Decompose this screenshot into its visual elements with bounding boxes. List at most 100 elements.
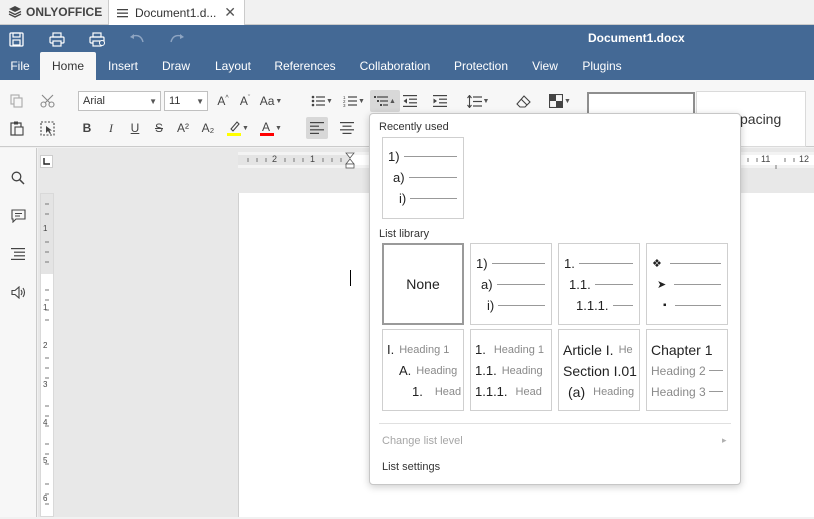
speech-button[interactable]: [8, 282, 28, 302]
list-line: [674, 284, 721, 285]
vertical-ruler-graphic: [41, 194, 53, 505]
heading-level-marker: 1.: [475, 342, 486, 357]
document-tab[interactable]: Document1.d... ✕: [108, 0, 245, 25]
tab-plugins[interactable]: Plugins: [576, 52, 628, 80]
decrease-font-icon: Aˇ: [239, 94, 251, 108]
font-color-button[interactable]: A ▼: [256, 117, 286, 139]
decrease-font-button[interactable]: Aˇ: [234, 90, 256, 112]
undo-button[interactable]: [127, 29, 147, 49]
list-option-paren[interactable]: 1) a) i): [470, 243, 552, 325]
left-sidebar: [0, 148, 37, 517]
diamond-bullet-icon: ❖: [652, 258, 662, 270]
numbering-button[interactable]: 1 2 3 ▼: [339, 90, 369, 112]
shading-button[interactable]: ▼: [545, 90, 575, 112]
app-logo-text: ONLYOFFICE: [26, 5, 103, 19]
list-option-decimal-heading[interactable]: 1. Heading 1 1.1. Heading 1.1.1. Head: [470, 329, 552, 411]
tab-references[interactable]: References: [268, 52, 342, 80]
multilevel-list-button[interactable]: ▲: [370, 90, 400, 112]
decrease-indent-button[interactable]: [399, 90, 421, 112]
ruler-label: 11: [761, 154, 771, 164]
vertical-ruler[interactable]: 1 1 2 3 4 5 6: [40, 193, 54, 517]
list-preview-row: 1): [471, 253, 551, 274]
paste-icon: [10, 121, 24, 136]
bulleted-list-icon: [311, 95, 326, 107]
heading-preview-row: Section I.01: [559, 360, 639, 381]
tab-layout[interactable]: Layout: [206, 52, 260, 80]
line-spacing-button[interactable]: ▼: [463, 90, 493, 112]
list-settings-item[interactable]: List settings: [382, 461, 440, 473]
change-case-icon: Aa: [259, 94, 275, 108]
increase-font-button[interactable]: A^: [212, 90, 234, 112]
heading-preview-row: Chapter 1: [647, 339, 727, 360]
ruler-label: 1: [43, 303, 48, 312]
navigation-button[interactable]: [8, 244, 28, 264]
tab-draw[interactable]: Draw: [154, 52, 198, 80]
redo-button[interactable]: [167, 29, 187, 49]
list-option-decimal[interactable]: 1. 1.1. 1.1.1.: [558, 243, 640, 325]
tab-file[interactable]: File: [2, 52, 38, 80]
subscript-button[interactable]: A₂: [197, 117, 219, 139]
comments-button[interactable]: [8, 206, 28, 226]
bullets-button[interactable]: ▼: [307, 90, 337, 112]
font-size-combo[interactable]: 11 ▼: [164, 91, 208, 111]
heading-preview-row: A. Heading: [383, 360, 463, 381]
list-option-roman-heading[interactable]: I. Heading 1 A. Heading 1. Head: [382, 329, 464, 411]
save-button[interactable]: [6, 29, 26, 49]
save-icon: [8, 31, 24, 47]
chevron-down-icon: ▼: [358, 97, 365, 105]
copy-icon: [10, 94, 23, 108]
tab-insert[interactable]: Insert: [100, 52, 146, 80]
quick-print-button[interactable]: [87, 29, 107, 49]
list-level-marker: i): [399, 191, 407, 206]
copy-button[interactable]: [6, 90, 28, 112]
clear-style-button[interactable]: [512, 90, 534, 112]
heading-text: Heading 3: [651, 384, 706, 399]
style-preview-label: pacing: [740, 111, 782, 127]
list-option-bullets[interactable]: ❖ ➤ ▪: [646, 243, 728, 325]
list-preview-row: a): [383, 167, 463, 188]
list-level-marker: 1): [476, 256, 488, 271]
list-level-marker: a): [481, 277, 493, 292]
align-left-button[interactable]: [306, 117, 328, 139]
text-cursor: [350, 270, 351, 286]
list-option-article-heading[interactable]: Article I. He Section I.01 (a) Heading: [558, 329, 640, 411]
italic-button[interactable]: I: [100, 117, 122, 139]
change-case-button[interactable]: Aa ▼: [256, 90, 286, 112]
list-option-recent[interactable]: 1) a) i): [382, 137, 464, 219]
cut-button[interactable]: [36, 90, 58, 112]
change-list-level-item[interactable]: Change list level: [382, 435, 463, 447]
list-preview-row: ▪: [647, 295, 727, 316]
list-line: [708, 391, 723, 392]
superscript-button[interactable]: A²: [172, 117, 194, 139]
ruler-label: 2: [272, 154, 278, 164]
list-level-marker: 1.1.1.: [576, 298, 609, 313]
select-all-button[interactable]: [36, 117, 58, 139]
list-line: [496, 284, 545, 285]
highlight-color-button[interactable]: ▼: [223, 117, 253, 139]
paste-button[interactable]: [6, 117, 28, 139]
tab-stop-selector[interactable]: [40, 155, 53, 168]
tab-protection[interactable]: Protection: [448, 52, 514, 80]
bold-button[interactable]: B: [76, 117, 98, 139]
ruler-label: 1: [43, 224, 48, 233]
search-button[interactable]: [8, 168, 28, 188]
tab-collaboration[interactable]: Collaboration: [352, 52, 438, 80]
close-tab-icon[interactable]: ✕: [224, 4, 236, 21]
ruler-label: 3: [43, 380, 48, 389]
list-preview-row: 1.1.: [559, 274, 639, 295]
print-button[interactable]: [47, 29, 67, 49]
list-option-chapter-heading[interactable]: Chapter 1 Heading 2 Heading 3: [646, 329, 728, 411]
increase-indent-button[interactable]: [429, 90, 451, 112]
chevron-down-icon: ▼: [242, 124, 249, 132]
tab-home[interactable]: Home: [40, 52, 96, 80]
strikethrough-button[interactable]: S: [148, 117, 170, 139]
underline-button[interactable]: U: [124, 117, 146, 139]
align-center-button[interactable]: [336, 117, 358, 139]
font-name-combo[interactable]: Arial ▼: [78, 91, 161, 111]
list-line: [491, 263, 545, 264]
quick-print-icon: [88, 31, 105, 47]
list-option-none[interactable]: None: [382, 243, 464, 325]
tab-view[interactable]: View: [526, 52, 564, 80]
onlyoffice-logo-icon: [8, 6, 22, 18]
chevron-down-icon: ▼: [326, 97, 333, 105]
